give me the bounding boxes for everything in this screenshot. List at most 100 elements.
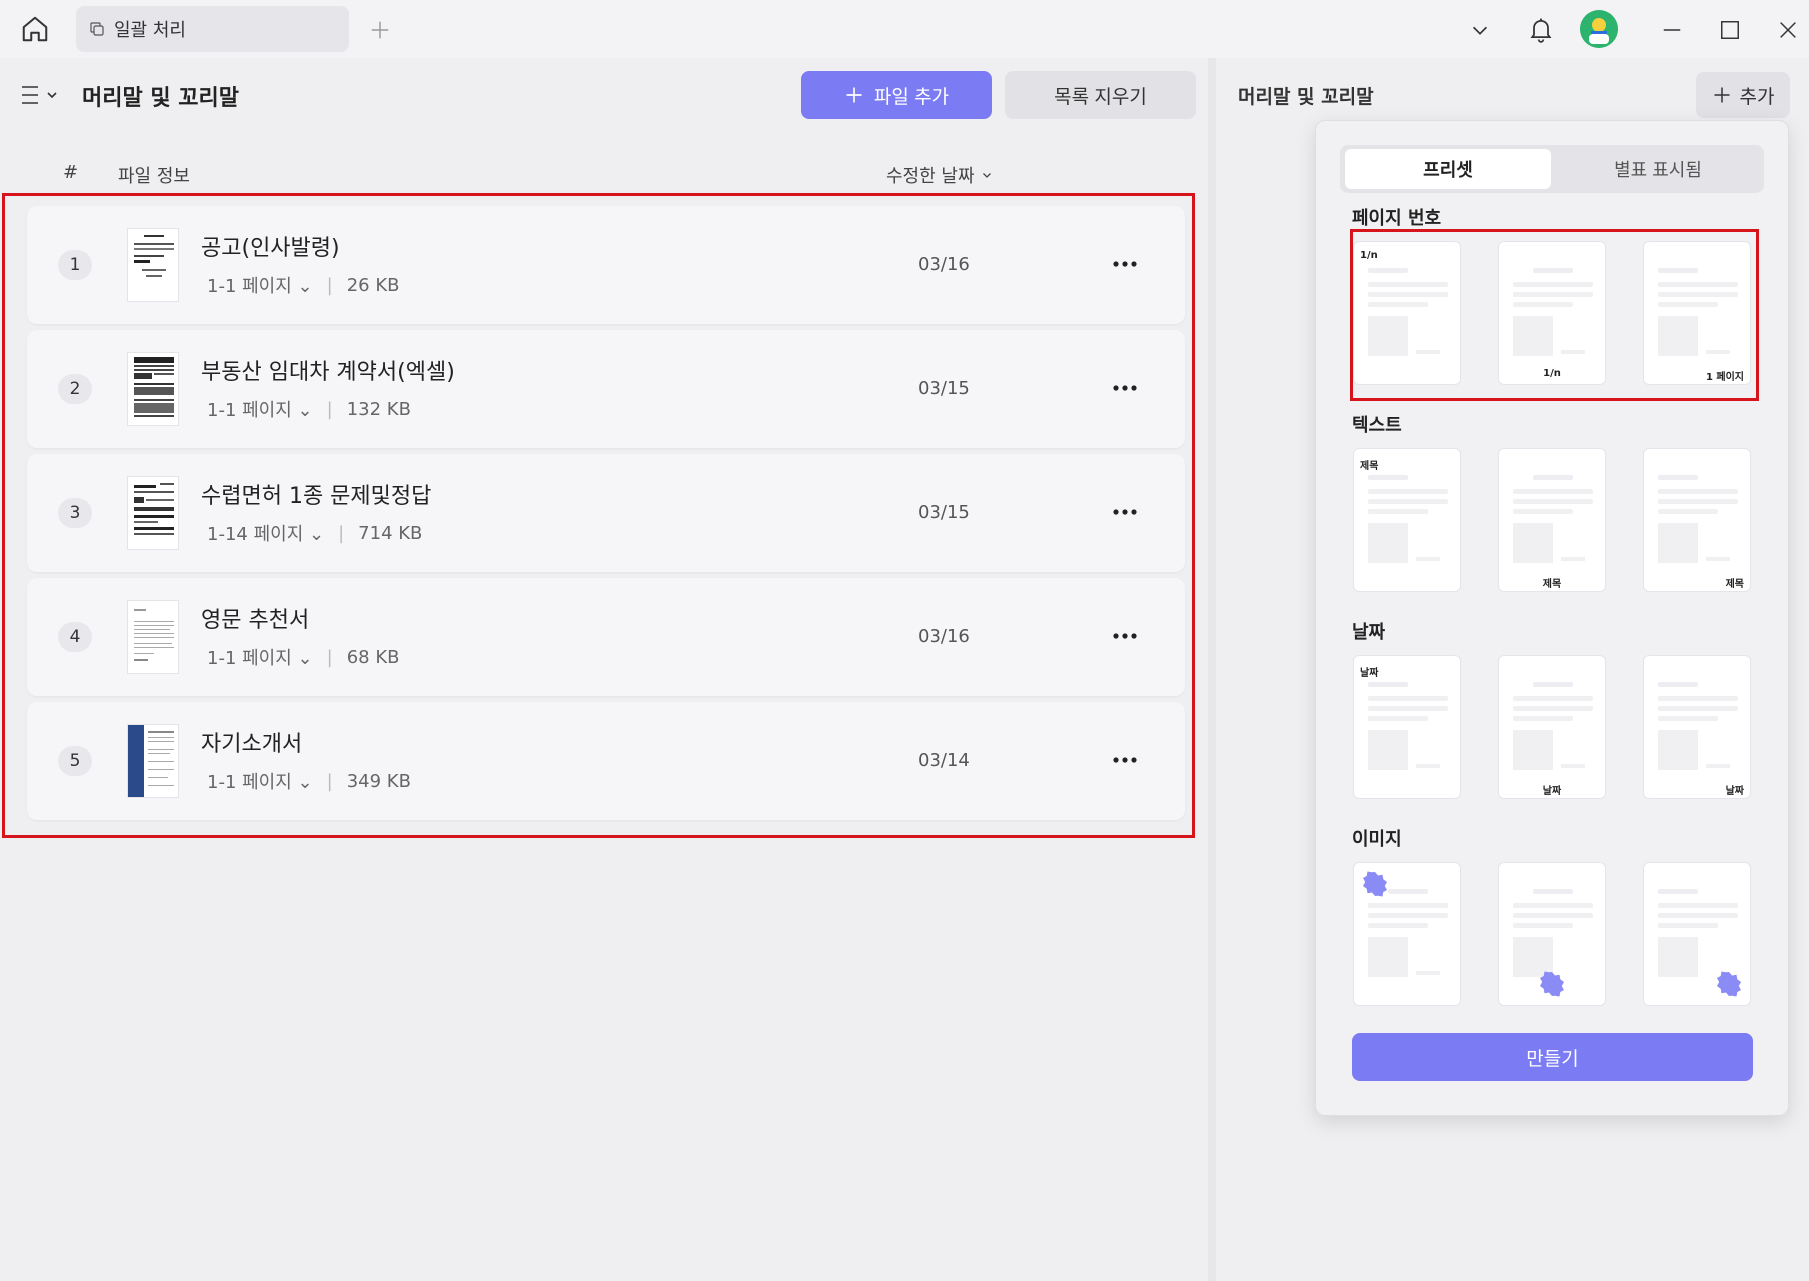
add-button[interactable]: 추가 xyxy=(1696,72,1790,118)
home-icon xyxy=(22,16,48,42)
placeholder xyxy=(1658,937,1698,977)
page-range-dropdown[interactable]: 1-1 페이지 ⌄ xyxy=(207,644,313,670)
placeholder xyxy=(1368,292,1448,297)
file-name: 부동산 임대차 계약서(엑셀) xyxy=(201,360,455,385)
more-icon xyxy=(1113,509,1137,515)
page-range-dropdown[interactable]: 1-14 페이지 ⌄ xyxy=(207,520,324,546)
placeholder xyxy=(1513,730,1553,770)
placeholder xyxy=(1658,730,1698,770)
more-options-button[interactable] xyxy=(1107,370,1143,406)
placeholder xyxy=(1368,268,1408,273)
column-header-date[interactable]: 수정한 날짜 xyxy=(886,162,993,188)
placeholder xyxy=(1658,489,1738,494)
tab-batch[interactable]: 일괄 처리 xyxy=(76,6,349,52)
file-date: 03/16 xyxy=(918,626,970,647)
copy-icon xyxy=(90,22,104,36)
preset-card[interactable]: 날짜 xyxy=(1643,655,1751,799)
file-name: 수렵면허 1종 문제및정답 xyxy=(201,484,432,509)
maximize-button[interactable] xyxy=(1714,14,1746,46)
more-options-button[interactable] xyxy=(1107,742,1143,778)
dropdown-button[interactable] xyxy=(1464,14,1496,46)
maximize-icon xyxy=(1721,21,1739,39)
placeholder xyxy=(1658,913,1738,918)
badge-image-icon xyxy=(1540,971,1564,997)
more-options-button[interactable] xyxy=(1107,246,1143,282)
file-row[interactable]: 4 영문 추천서 1-1 페이지 ⌄ | 68 KB 03/16 xyxy=(27,578,1185,696)
section-title-image: 이미지 xyxy=(1352,829,1402,850)
clear-list-button[interactable]: 목록 지우기 xyxy=(1005,71,1196,119)
placeholder xyxy=(1368,316,1408,356)
preset-card[interactable]: 제목 xyxy=(1498,448,1606,592)
placeholder xyxy=(1513,913,1593,918)
placeholder xyxy=(1368,913,1448,918)
notification-button[interactable] xyxy=(1522,10,1560,48)
preset-card[interactable]: 제목 xyxy=(1643,448,1751,592)
preset-card[interactable]: 날짜 xyxy=(1353,655,1461,799)
add-file-button[interactable]: 파일 추가 xyxy=(801,71,992,119)
preset-label: 제목 xyxy=(1360,461,1379,472)
file-date: 03/15 xyxy=(918,378,970,399)
chevron-down-icon: ⌄ xyxy=(297,648,313,669)
new-tab-button[interactable] xyxy=(366,16,394,44)
more-options-button[interactable] xyxy=(1107,494,1143,530)
plus-icon xyxy=(371,21,389,39)
file-thumbnail xyxy=(127,352,179,426)
placeholder xyxy=(1658,923,1718,928)
preset-label: 날짜 xyxy=(1542,786,1562,797)
preset-card[interactable]: 날짜 xyxy=(1498,655,1606,799)
chevron-down-icon xyxy=(982,173,991,178)
home-button[interactable] xyxy=(18,12,52,46)
file-row[interactable]: 3 수렵면허 1종 문제및정답 1-14 페이지 ⌄ | 714 KB 03/1… xyxy=(27,454,1185,572)
column-header-number: # xyxy=(63,162,79,183)
minimize-button[interactable] xyxy=(1656,14,1688,46)
placeholder xyxy=(1513,716,1573,721)
divider: | xyxy=(326,770,333,792)
preset-card[interactable] xyxy=(1643,862,1751,1006)
create-button[interactable]: 만들기 xyxy=(1352,1033,1753,1081)
file-thumbnail xyxy=(127,476,179,550)
page-range-dropdown[interactable]: 1-1 페이지 ⌄ xyxy=(207,396,313,422)
panel-divider[interactable] xyxy=(1208,58,1216,1281)
preset-card[interactable] xyxy=(1353,862,1461,1006)
preset-card[interactable]: 1 페이지 xyxy=(1643,241,1751,385)
divider: | xyxy=(326,646,333,668)
tab-preset[interactable]: 프리셋 xyxy=(1345,149,1551,189)
preset-card[interactable]: 제목 xyxy=(1353,448,1461,592)
file-meta: 1-1 페이지 ⌄ | 26 KB xyxy=(207,272,400,298)
file-row[interactable]: 1 공고(인사발령) 1-1 페이지 ⌄ | 26 KB 03/16 xyxy=(27,206,1185,324)
preset-label: 제목 xyxy=(1542,579,1562,590)
placeholder xyxy=(1658,509,1718,514)
preset-card[interactable]: 1/n xyxy=(1353,241,1461,385)
placeholder xyxy=(1706,764,1730,768)
placeholder xyxy=(1368,716,1428,721)
file-row[interactable]: 2 부동산 임대차 계약서(엑셀) 1-1 페이지 ⌄ | 132 KB 03/… xyxy=(27,330,1185,448)
placeholder xyxy=(1513,302,1573,307)
file-row[interactable]: 5 자기소개서 1-1 페이지 ⌄ | 349 KB 03/14 xyxy=(27,702,1185,820)
row-number: 5 xyxy=(58,746,92,776)
placeholder xyxy=(1658,316,1698,356)
avatar[interactable] xyxy=(1580,10,1618,48)
preset-label: 제목 xyxy=(1725,579,1744,590)
badge-image-icon xyxy=(1717,971,1741,997)
preset-card[interactable]: 1/n xyxy=(1498,241,1606,385)
preset-card[interactable] xyxy=(1498,862,1606,1006)
placeholder xyxy=(1658,903,1738,908)
placeholder xyxy=(1368,682,1408,687)
close-button[interactable] xyxy=(1772,14,1804,46)
more-options-button[interactable] xyxy=(1107,618,1143,654)
tab-starred[interactable]: 별표 표시됨 xyxy=(1555,149,1761,189)
page-range: 1-1 페이지 xyxy=(207,772,292,793)
page-range-dropdown[interactable]: 1-1 페이지 ⌄ xyxy=(207,768,313,794)
placeholder xyxy=(1513,903,1593,908)
divider: | xyxy=(326,274,333,296)
placeholder xyxy=(1533,475,1573,480)
page-range: 1-1 페이지 xyxy=(207,400,292,421)
page-range: 1-1 페이지 xyxy=(207,648,292,669)
placeholder xyxy=(1368,523,1408,563)
column-header-date-label: 수정한 날짜 xyxy=(886,166,975,187)
file-thumbnail xyxy=(127,228,179,302)
menu-button[interactable] xyxy=(20,80,64,110)
placeholder xyxy=(1706,557,1730,561)
chevron-down-icon: ⌄ xyxy=(297,400,313,421)
page-range-dropdown[interactable]: 1-1 페이지 ⌄ xyxy=(207,272,313,298)
